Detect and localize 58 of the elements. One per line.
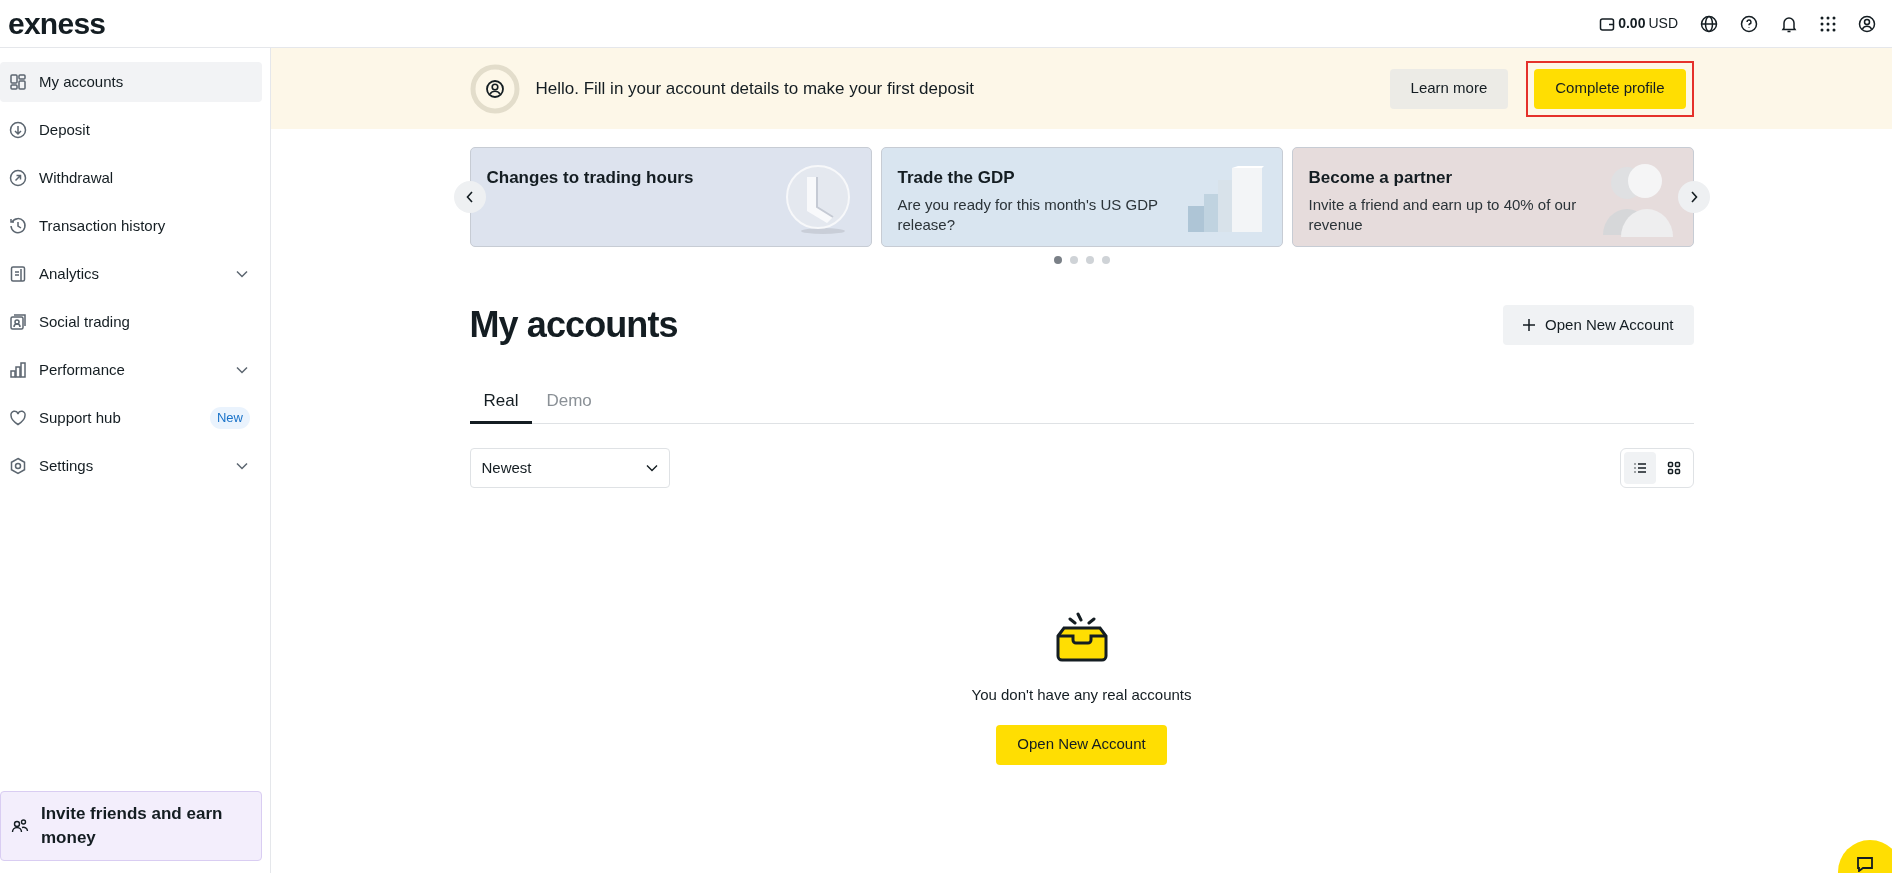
profile-card-icon (9, 313, 27, 331)
profile-progress-icon (469, 63, 520, 114)
list-view-icon (1632, 461, 1647, 475)
promo-description: Invite a friend and earn up to 40% of our revenue (1308, 194, 1578, 235)
sidebar-item[interactable]: Social trading (0, 302, 262, 342)
sidebar-item[interactable]: Support hub New (0, 398, 262, 438)
tab[interactable]: Real (469, 380, 533, 424)
chevron-left-icon (465, 191, 474, 203)
invite-card[interactable]: Invite friends and earn money (0, 791, 262, 861)
empty-state-message: You don't have any real accounts (971, 685, 1192, 705)
sidebar-item[interactable]: Performance (0, 350, 262, 390)
users-icon (11, 817, 29, 835)
new-badge: New (210, 407, 250, 429)
promo-title: Changes to trading hours (486, 167, 695, 189)
chat-icon (1856, 856, 1874, 872)
chevron-down-icon (645, 464, 658, 472)
balance-amount[interactable]: 0.00 (1618, 13, 1646, 34)
view-toggle[interactable] (1623, 452, 1656, 484)
bell-icon[interactable] (1780, 14, 1798, 33)
promo-card[interactable]: Become a partner Invite a friend and earn up to 40% of our revenue (1291, 147, 1694, 247)
open-account-button[interactable]: Open New Account (1503, 305, 1694, 345)
settings-icon (9, 457, 27, 475)
plus-icon (1523, 319, 1536, 331)
promo-card[interactable]: Trade the GDP Are you ready for this month's US GDP release? (880, 147, 1283, 247)
promo-title: Trade the GDP (897, 167, 1016, 189)
sidebar-item[interactable]: Withdrawal (0, 158, 262, 198)
document-icon (9, 265, 27, 283)
arrow-up-right-circle-icon (9, 169, 27, 187)
promo-description: Are you ready for this month's US GDP release? (897, 194, 1159, 235)
apps-grid-icon[interactable] (1820, 15, 1836, 32)
heart-icon (9, 409, 27, 427)
sidebar-item[interactable]: Transaction history (0, 206, 262, 246)
sidebar-item[interactable]: Deposit (0, 110, 262, 150)
user-icon[interactable] (1858, 14, 1876, 33)
promo-title: Become a partner (1308, 167, 1454, 189)
help-icon[interactable] (1740, 14, 1758, 33)
sort-dropdown[interactable]: Newest (469, 448, 670, 488)
complete-profile-button[interactable]: Complete profile (1534, 68, 1686, 109)
globe-icon[interactable] (1700, 14, 1718, 33)
sidebar-item[interactable]: Analytics (0, 254, 262, 294)
sidebar-item[interactable]: Settings (0, 446, 262, 486)
logo[interactable]: exness (8, 8, 106, 39)
bar-chart-icon (9, 361, 27, 379)
notice-text: Hello. Fill in your account details to make your first deposit (535, 77, 974, 100)
sidebar-item[interactable]: My accounts (0, 62, 262, 102)
currency-label: USD (1648, 14, 1678, 33)
previous-button[interactable] (453, 181, 486, 213)
chevron-right-icon (1689, 191, 1698, 203)
arrow-down-circle-icon (9, 121, 27, 139)
grid-view-icon (1666, 461, 1681, 475)
grid-icon (9, 73, 27, 91)
history-icon (9, 217, 27, 235)
learn-more-button[interactable]: Learn more (1389, 68, 1509, 109)
page-title: My accounts (469, 303, 678, 347)
open-account-button[interactable]: Open New Account (996, 724, 1167, 765)
invite-text: Invite friends and earn money (41, 803, 224, 849)
wallet-icon[interactable] (1599, 15, 1616, 32)
promo-card[interactable]: Changes to trading hours (469, 147, 872, 247)
